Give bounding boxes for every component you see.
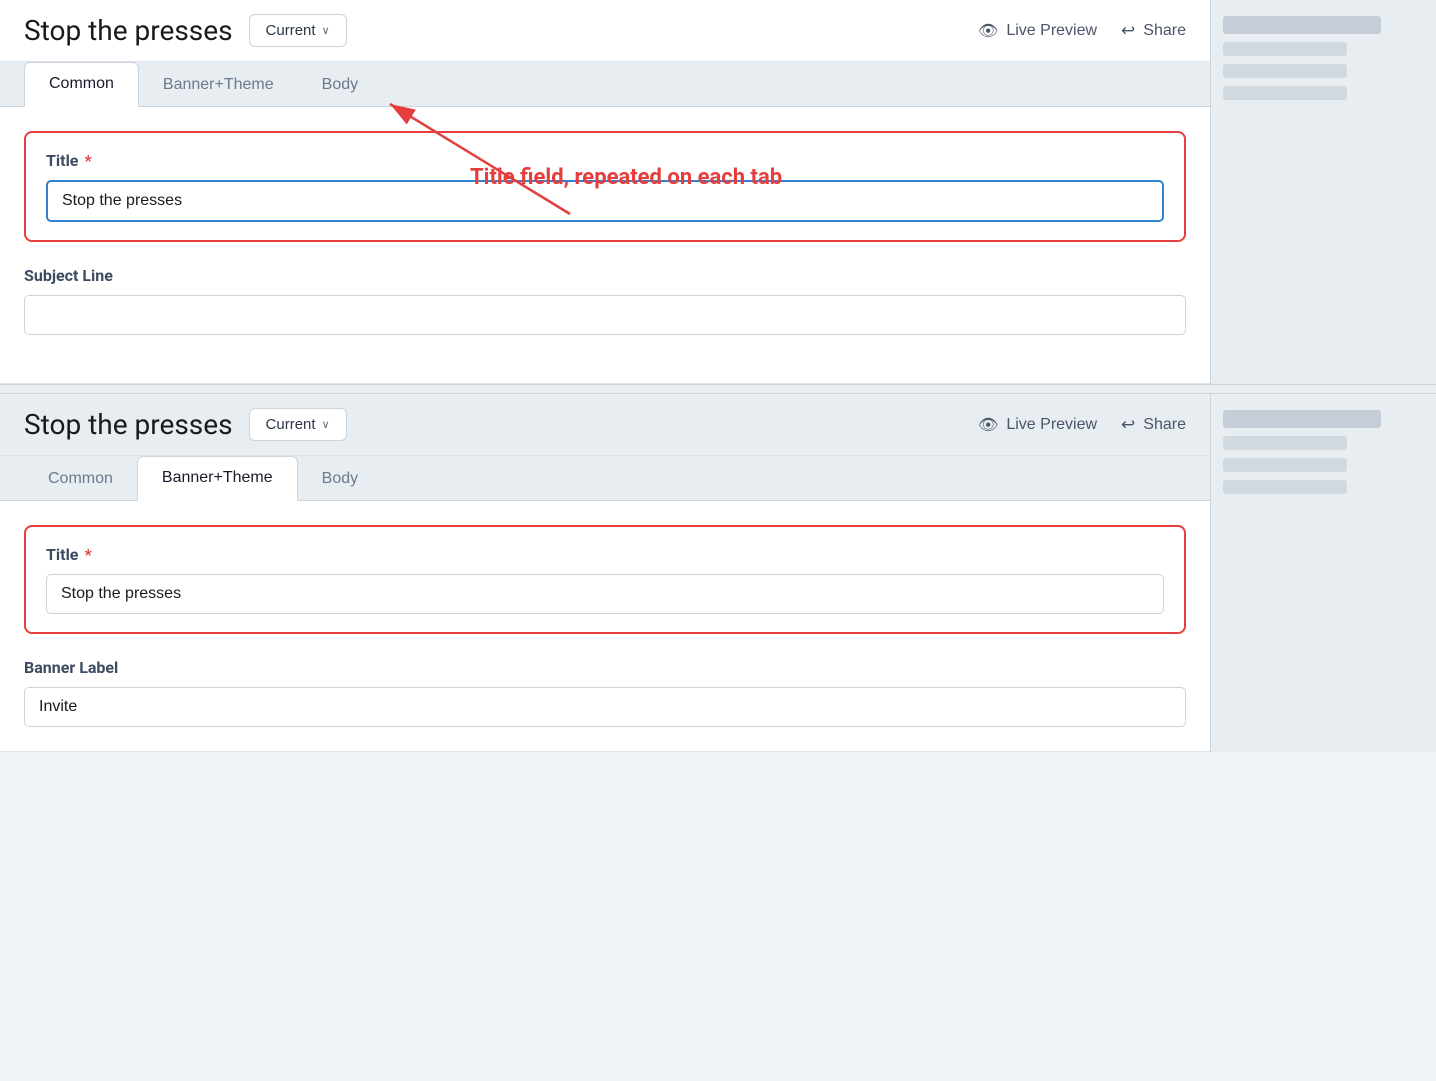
tabs-bar-2: Common Banner+Theme Body bbox=[0, 456, 1210, 501]
sidebar-stub-line-1 bbox=[1223, 16, 1381, 34]
live-preview-label-2: Live Preview bbox=[1006, 416, 1097, 434]
share-button-1[interactable]: ↪ Share bbox=[1121, 21, 1186, 41]
tab-common-1[interactable]: Common bbox=[24, 62, 139, 107]
header-bar-2: Stop the presses Current ∨ 👁 Live Previe… bbox=[0, 394, 1210, 456]
share-icon-1: ↪ bbox=[1121, 21, 1135, 41]
tab-banner-theme-1[interactable]: Banner+Theme bbox=[139, 64, 298, 106]
banner-label-group: Banner Label bbox=[24, 658, 1186, 727]
panel-2: Stop the presses Current ∨ 👁 Live Previe… bbox=[0, 394, 1436, 752]
version-label-2: Current bbox=[266, 416, 316, 433]
content-area-1: Title * Subject Line bbox=[0, 107, 1210, 383]
page-title-2: Stop the presses bbox=[24, 408, 233, 441]
panel-2-container: Stop the presses Current ∨ 👁 Live Previe… bbox=[0, 394, 1210, 752]
share-button-2[interactable]: ↪ Share bbox=[1121, 415, 1186, 435]
tab-banner-theme-2[interactable]: Banner+Theme bbox=[137, 456, 298, 501]
tab-common-2[interactable]: Common bbox=[24, 458, 137, 500]
tabs-bar-1: Common Banner+Theme Body bbox=[0, 62, 1210, 107]
chevron-down-icon-1: ∨ bbox=[322, 24, 330, 37]
right-sidebar-1 bbox=[1210, 0, 1436, 384]
version-dropdown-1[interactable]: Current ∨ bbox=[249, 14, 347, 47]
live-preview-button-1[interactable]: 👁 Live Preview bbox=[978, 21, 1097, 41]
version-dropdown-2[interactable]: Current ∨ bbox=[249, 408, 347, 441]
sidebar-stub-line-3 bbox=[1223, 64, 1347, 78]
version-label-1: Current bbox=[266, 22, 316, 39]
sidebar-stub-line-4 bbox=[1223, 86, 1347, 100]
sidebar-2-stub-line-4 bbox=[1223, 480, 1347, 494]
panel-2-main: Stop the presses Current ∨ 👁 Live Previe… bbox=[0, 394, 1210, 752]
tab-body-2[interactable]: Body bbox=[298, 458, 382, 500]
panel-1: Stop the presses Current ∨ 👁 Live Previe… bbox=[0, 0, 1436, 384]
header-actions-1: 👁 Live Preview ↪ Share bbox=[978, 21, 1186, 41]
panel-1-container: Stop the presses Current ∨ 👁 Live Previe… bbox=[0, 0, 1210, 384]
header-actions-2: 👁 Live Preview ↪ Share bbox=[978, 415, 1186, 435]
title-input-1[interactable] bbox=[46, 180, 1164, 222]
chevron-down-icon-2: ∨ bbox=[322, 418, 330, 431]
live-preview-button-2[interactable]: 👁 Live Preview bbox=[978, 415, 1097, 435]
title-input-2[interactable] bbox=[46, 574, 1164, 614]
share-label-1: Share bbox=[1143, 22, 1186, 40]
tab-body-1[interactable]: Body bbox=[298, 64, 382, 106]
right-sidebar-2 bbox=[1210, 394, 1436, 752]
title-field-group-1: Title * bbox=[24, 131, 1186, 242]
required-star-1: * bbox=[84, 151, 91, 170]
title-field-group-2: Title * bbox=[24, 525, 1186, 634]
eye-icon-2: 👁 bbox=[978, 415, 998, 435]
subject-group-1: Subject Line bbox=[24, 266, 1186, 335]
subject-input-1[interactable] bbox=[24, 295, 1186, 335]
panel-1-main: Stop the presses Current ∨ 👁 Live Previe… bbox=[0, 0, 1210, 384]
header-bar-1: Stop the presses Current ∨ 👁 Live Previe… bbox=[0, 0, 1210, 62]
share-icon-2: ↪ bbox=[1121, 415, 1135, 435]
sidebar-stub-line-2 bbox=[1223, 42, 1347, 56]
subject-label-1: Subject Line bbox=[24, 266, 1186, 285]
banner-label-input[interactable] bbox=[24, 687, 1186, 727]
eye-icon-1: 👁 bbox=[978, 21, 998, 41]
sidebar-2-stub-line-1 bbox=[1223, 410, 1381, 428]
title-label-1: Title * bbox=[46, 151, 1164, 170]
content-area-2: Title * Banner Label bbox=[0, 501, 1210, 751]
page-title-1: Stop the presses bbox=[24, 14, 233, 47]
panel-separator bbox=[0, 384, 1436, 394]
banner-label-title: Banner Label bbox=[24, 658, 1186, 677]
live-preview-label-1: Live Preview bbox=[1006, 22, 1097, 40]
share-label-2: Share bbox=[1143, 416, 1186, 434]
required-star-2: * bbox=[84, 545, 91, 564]
sidebar-2-stub-line-3 bbox=[1223, 458, 1347, 472]
sidebar-2-stub-line-2 bbox=[1223, 436, 1347, 450]
title-label-2: Title * bbox=[46, 545, 1164, 564]
